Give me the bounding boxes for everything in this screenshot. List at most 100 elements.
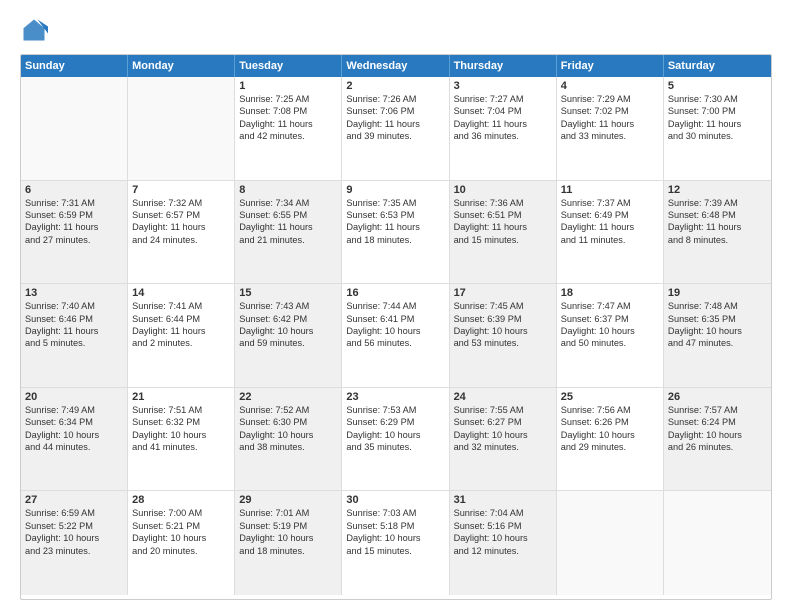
- day-number: 1: [239, 80, 337, 92]
- day-number: 12: [668, 184, 767, 196]
- cell-line: Daylight: 10 hours: [454, 325, 552, 337]
- cal-cell: 25Sunrise: 7:56 AMSunset: 6:26 PMDayligh…: [557, 388, 664, 491]
- cell-line: Sunset: 5:22 PM: [25, 520, 123, 532]
- cal-row-1: 6Sunrise: 7:31 AMSunset: 6:59 PMDaylight…: [21, 181, 771, 285]
- header-day-monday: Monday: [128, 55, 235, 77]
- cell-line: Sunset: 6:57 PM: [132, 209, 230, 221]
- cell-line: Sunrise: 7:03 AM: [346, 507, 444, 519]
- day-number: 16: [346, 287, 444, 299]
- day-number: 15: [239, 287, 337, 299]
- cell-line: and 18 minutes.: [346, 234, 444, 246]
- cell-line: and 35 minutes.: [346, 441, 444, 453]
- cell-line: Sunset: 7:02 PM: [561, 105, 659, 117]
- cell-line: and 32 minutes.: [454, 441, 552, 453]
- cell-line: Daylight: 10 hours: [239, 532, 337, 544]
- cell-line: Sunset: 7:06 PM: [346, 105, 444, 117]
- cell-line: Sunset: 5:18 PM: [346, 520, 444, 532]
- day-number: 3: [454, 80, 552, 92]
- day-number: 14: [132, 287, 230, 299]
- day-number: 26: [668, 391, 767, 403]
- cell-line: Sunset: 6:39 PM: [454, 313, 552, 325]
- cell-line: Daylight: 10 hours: [346, 532, 444, 544]
- day-number: 29: [239, 494, 337, 506]
- cal-row-4: 27Sunrise: 6:59 AMSunset: 5:22 PMDayligh…: [21, 491, 771, 595]
- day-number: 30: [346, 494, 444, 506]
- cell-line: and 38 minutes.: [239, 441, 337, 453]
- cell-line: Daylight: 11 hours: [346, 118, 444, 130]
- cell-line: Sunrise: 7:52 AM: [239, 404, 337, 416]
- cal-cell: 20Sunrise: 7:49 AMSunset: 6:34 PMDayligh…: [21, 388, 128, 491]
- cell-line: and 11 minutes.: [561, 234, 659, 246]
- cell-line: Sunrise: 7:49 AM: [25, 404, 123, 416]
- page: SundayMondayTuesdayWednesdayThursdayFrid…: [0, 0, 792, 612]
- cal-cell: 9Sunrise: 7:35 AMSunset: 6:53 PMDaylight…: [342, 181, 449, 284]
- cell-line: Sunrise: 7:32 AM: [132, 197, 230, 209]
- cell-line: and 26 minutes.: [668, 441, 767, 453]
- cell-line: Sunrise: 7:35 AM: [346, 197, 444, 209]
- cell-line: Daylight: 10 hours: [561, 429, 659, 441]
- cell-line: Sunrise: 7:00 AM: [132, 507, 230, 519]
- cell-line: Daylight: 11 hours: [25, 221, 123, 233]
- cell-line: Sunset: 6:41 PM: [346, 313, 444, 325]
- cal-cell: 19Sunrise: 7:48 AMSunset: 6:35 PMDayligh…: [664, 284, 771, 387]
- day-number: 27: [25, 494, 123, 506]
- day-number: 2: [346, 80, 444, 92]
- cell-line: Sunrise: 7:30 AM: [668, 93, 767, 105]
- cell-line: Sunset: 6:42 PM: [239, 313, 337, 325]
- day-number: 28: [132, 494, 230, 506]
- day-number: 23: [346, 391, 444, 403]
- cal-cell: 30Sunrise: 7:03 AMSunset: 5:18 PMDayligh…: [342, 491, 449, 595]
- cell-line: Sunrise: 7:34 AM: [239, 197, 337, 209]
- cell-line: Daylight: 10 hours: [454, 532, 552, 544]
- cell-line: and 24 minutes.: [132, 234, 230, 246]
- day-number: 10: [454, 184, 552, 196]
- cell-line: Sunrise: 7:53 AM: [346, 404, 444, 416]
- cell-line: Sunrise: 7:56 AM: [561, 404, 659, 416]
- day-number: 18: [561, 287, 659, 299]
- cell-line: Sunrise: 7:41 AM: [132, 300, 230, 312]
- cal-row-0: 1Sunrise: 7:25 AMSunset: 7:08 PMDaylight…: [21, 77, 771, 181]
- cell-line: Daylight: 11 hours: [561, 221, 659, 233]
- header-day-wednesday: Wednesday: [342, 55, 449, 77]
- day-number: 9: [346, 184, 444, 196]
- day-number: 19: [668, 287, 767, 299]
- cell-line: and 36 minutes.: [454, 130, 552, 142]
- cell-line: and 5 minutes.: [25, 337, 123, 349]
- cell-line: Sunrise: 7:40 AM: [25, 300, 123, 312]
- cal-cell: 6Sunrise: 7:31 AMSunset: 6:59 PMDaylight…: [21, 181, 128, 284]
- cell-line: Sunset: 6:30 PM: [239, 416, 337, 428]
- cal-cell: 29Sunrise: 7:01 AMSunset: 5:19 PMDayligh…: [235, 491, 342, 595]
- cal-cell: 18Sunrise: 7:47 AMSunset: 6:37 PMDayligh…: [557, 284, 664, 387]
- cell-line: Sunset: 5:19 PM: [239, 520, 337, 532]
- cell-line: Sunrise: 7:01 AM: [239, 507, 337, 519]
- cal-cell: 4Sunrise: 7:29 AMSunset: 7:02 PMDaylight…: [557, 77, 664, 180]
- cell-line: and 53 minutes.: [454, 337, 552, 349]
- cell-line: Daylight: 10 hours: [239, 325, 337, 337]
- cal-cell: 14Sunrise: 7:41 AMSunset: 6:44 PMDayligh…: [128, 284, 235, 387]
- day-number: 4: [561, 80, 659, 92]
- header-day-saturday: Saturday: [664, 55, 771, 77]
- cell-line: and 15 minutes.: [454, 234, 552, 246]
- cell-line: Sunrise: 7:26 AM: [346, 93, 444, 105]
- cell-line: Sunset: 5:16 PM: [454, 520, 552, 532]
- cell-line: Sunset: 7:00 PM: [668, 105, 767, 117]
- day-number: 7: [132, 184, 230, 196]
- cell-line: Sunset: 6:35 PM: [668, 313, 767, 325]
- cell-line: Daylight: 11 hours: [668, 221, 767, 233]
- cell-line: Daylight: 11 hours: [239, 118, 337, 130]
- cell-line: Daylight: 11 hours: [132, 221, 230, 233]
- cell-line: Sunset: 6:27 PM: [454, 416, 552, 428]
- cell-line: Sunset: 7:08 PM: [239, 105, 337, 117]
- cell-line: Daylight: 10 hours: [346, 325, 444, 337]
- cell-line: Daylight: 10 hours: [668, 325, 767, 337]
- day-number: 20: [25, 391, 123, 403]
- cell-line: Sunrise: 7:29 AM: [561, 93, 659, 105]
- cal-cell: 22Sunrise: 7:52 AMSunset: 6:30 PMDayligh…: [235, 388, 342, 491]
- day-number: 11: [561, 184, 659, 196]
- cell-line: Daylight: 11 hours: [346, 221, 444, 233]
- cell-line: Sunset: 6:53 PM: [346, 209, 444, 221]
- cell-line: Sunset: 6:55 PM: [239, 209, 337, 221]
- cal-cell: 12Sunrise: 7:39 AMSunset: 6:48 PMDayligh…: [664, 181, 771, 284]
- cell-line: Sunrise: 7:47 AM: [561, 300, 659, 312]
- cell-line: Sunset: 6:49 PM: [561, 209, 659, 221]
